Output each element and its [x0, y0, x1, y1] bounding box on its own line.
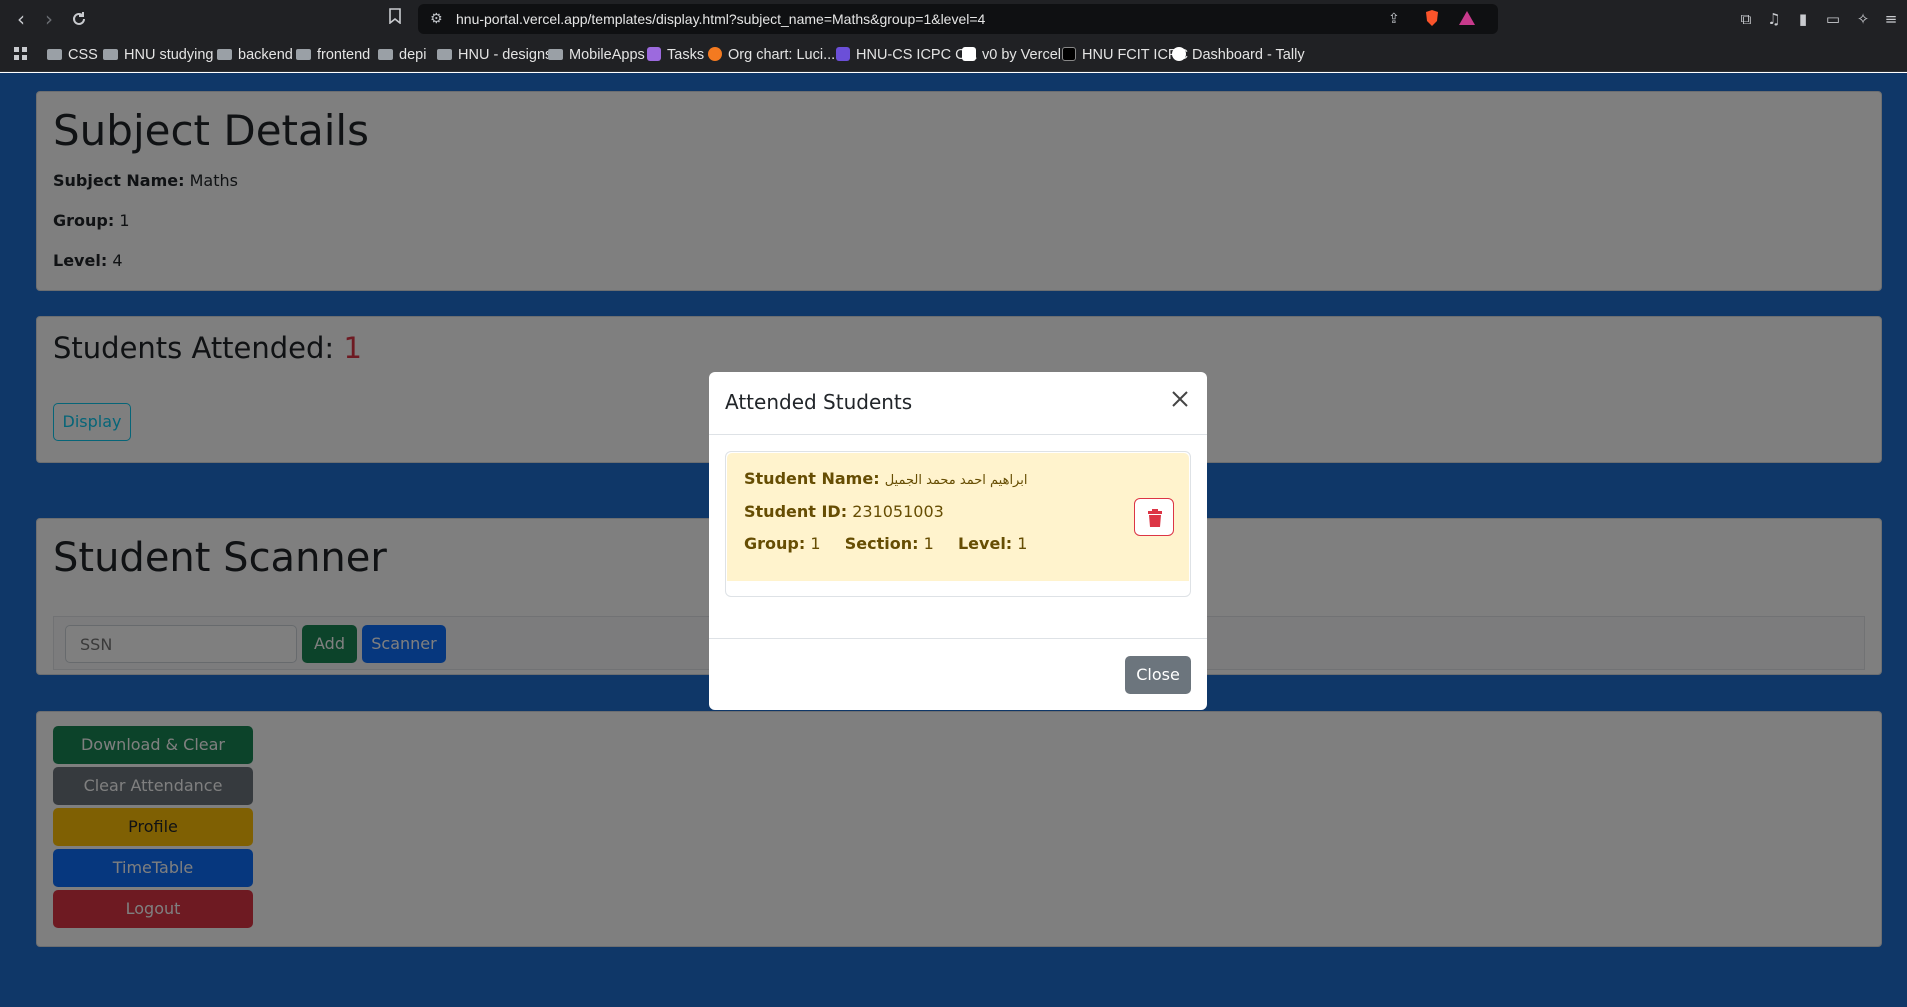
folder-icon [217, 49, 232, 60]
media-icon[interactable]: ♫ [1763, 8, 1785, 30]
extensions-icon[interactable]: ⧉ [1735, 8, 1757, 30]
trash-icon [1148, 509, 1162, 527]
vercel-icon [1062, 47, 1076, 61]
bookmark-tasks[interactable]: Tasks [647, 38, 704, 72]
modal-close-button[interactable]: Close [1125, 656, 1191, 694]
delete-student-button[interactable] [1134, 498, 1174, 536]
modal-title: Attended Students [725, 390, 913, 414]
url-text: hnu-portal.vercel.app/templates/display.… [456, 11, 986, 27]
bookmark-backend[interactable]: backend [217, 38, 293, 72]
icpc-icon [836, 47, 850, 61]
folder-icon [548, 49, 563, 60]
bookmark-css[interactable]: CSS [47, 38, 98, 72]
folder-icon [437, 49, 452, 60]
browser-toolbar: ‹ › ⚙ hnu-portal.vercel.app/templates/di… [0, 0, 1907, 38]
org-chart-icon [708, 47, 722, 61]
bookmark-hnu-designs[interactable]: HNU - designs [437, 38, 552, 72]
brave-rewards-icon[interactable] [1458, 4, 1476, 34]
reload-icon[interactable] [66, 6, 92, 32]
bookmark-v0[interactable]: v0 by Vercel [962, 38, 1061, 72]
forward-icon[interactable]: › [36, 6, 62, 32]
leo-ai-icon[interactable]: ✧ [1852, 8, 1874, 30]
tasks-icon [647, 47, 661, 61]
bookmarks-bar: CSS HNU studying backend frontend depi H… [0, 38, 1907, 72]
student-name-field: Student Name: ابراهيم احمد محمد الجميل [744, 469, 1028, 488]
folder-icon [103, 49, 118, 60]
bookmark-hnu-fcit-icpc[interactable]: HNU FCIT ICPC [1062, 38, 1188, 72]
apps-icon[interactable] [14, 38, 28, 72]
modal-footer-divider [709, 638, 1207, 639]
bookmark-hnu-cs-icpc[interactable]: HNU-CS ICPC C... [836, 38, 978, 72]
tally-icon [1172, 47, 1186, 61]
share-icon[interactable]: ⇪ [1388, 4, 1400, 34]
student-list: Student Name: ابراهيم احمد محمد الجميل S… [725, 451, 1191, 597]
student-meta-field: Group: 1 Section: 1 Level: 1 [744, 534, 1028, 553]
bookmark-frontend[interactable]: frontend [296, 38, 370, 72]
close-icon[interactable] [1167, 386, 1193, 412]
bookmark-page-icon[interactable] [384, 8, 406, 30]
back-icon[interactable]: ‹ [8, 6, 34, 32]
bookmark-tally[interactable]: Dashboard - Tally [1172, 38, 1305, 72]
student-entry: Student Name: ابراهيم احمد محمد الجميل S… [727, 453, 1189, 581]
v0-icon [962, 47, 976, 61]
student-id-field: Student ID: 231051003 [744, 502, 944, 521]
bookmark-org-chart[interactable]: Org chart: Luci... [708, 38, 835, 72]
site-settings-icon[interactable]: ⚙ [430, 4, 443, 34]
folder-icon [296, 49, 311, 60]
attended-students-modal: Attended Students Student Name: ابراهيم … [709, 372, 1207, 710]
sidebar-icon[interactable]: ▮ [1792, 8, 1814, 30]
folder-icon [47, 49, 62, 60]
bookmark-depi[interactable]: depi [378, 38, 426, 72]
menu-icon[interactable]: ≡ [1880, 8, 1902, 30]
modal-header-divider [709, 434, 1207, 435]
folder-icon [378, 49, 393, 60]
wallet-icon[interactable]: ▭ [1822, 8, 1844, 30]
address-bar[interactable]: ⚙ hnu-portal.vercel.app/templates/displa… [418, 4, 1498, 34]
bookmark-mobileapps[interactable]: MobileApps [548, 38, 645, 72]
brave-shields-icon[interactable] [1424, 4, 1440, 34]
bookmark-hnu-studying[interactable]: HNU studying [103, 38, 213, 72]
